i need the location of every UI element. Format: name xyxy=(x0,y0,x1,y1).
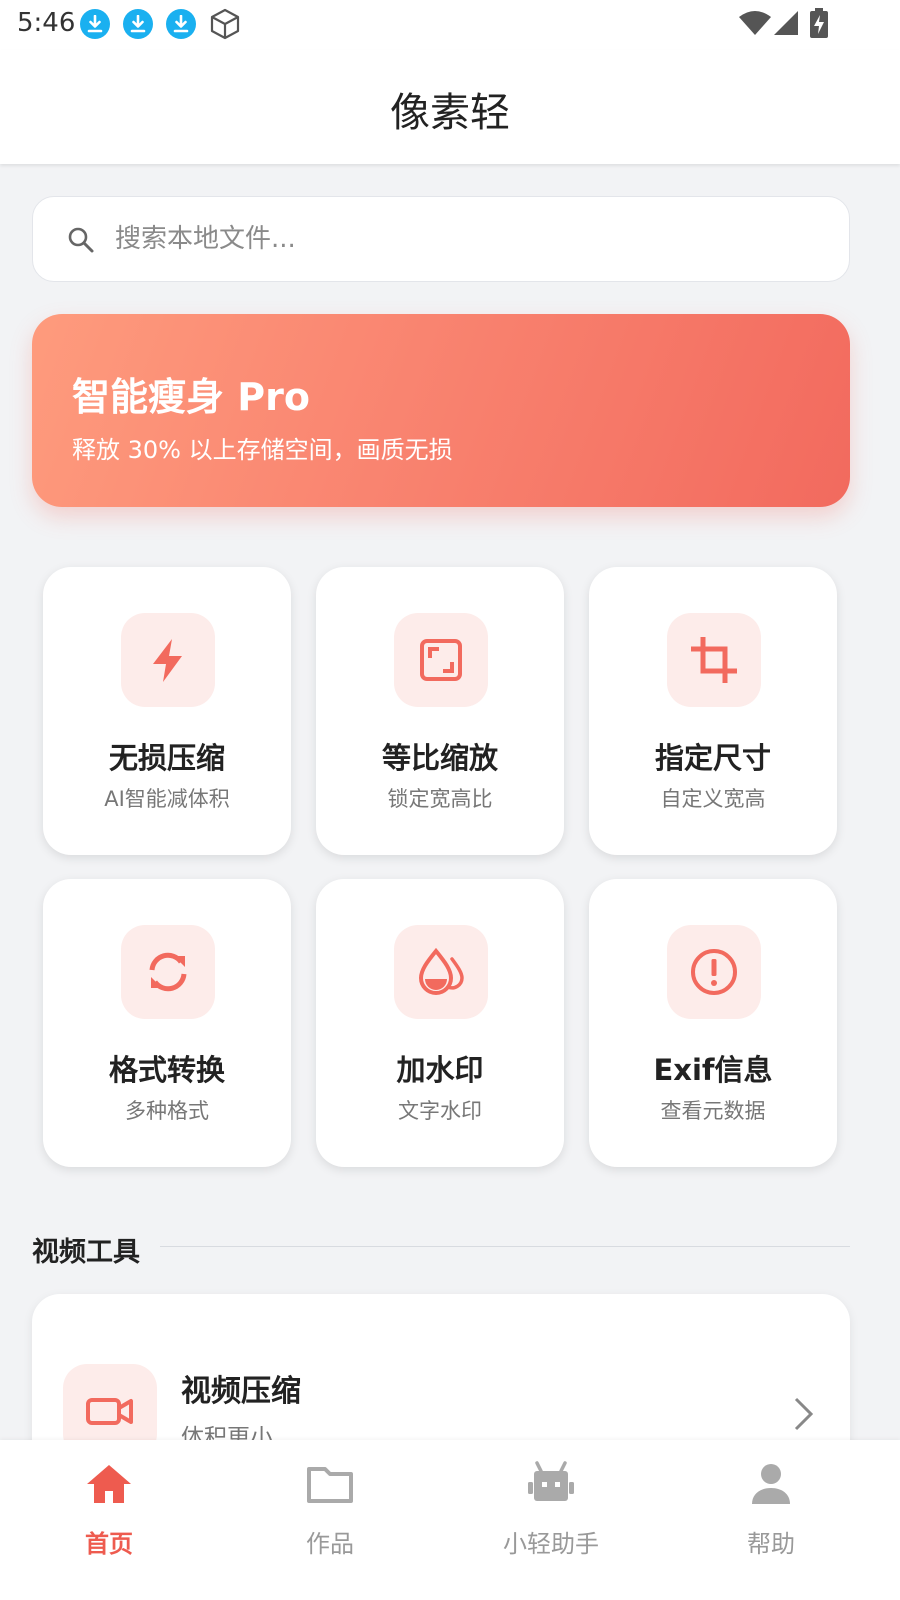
status-bar: 5:46 xyxy=(0,0,900,50)
page-title: 像素轻 xyxy=(390,90,510,136)
tool-title: 等比缩放 xyxy=(381,741,498,775)
status-time: 5:46 xyxy=(17,8,76,38)
info-alert-icon xyxy=(667,925,761,1019)
battery-charging-icon xyxy=(810,8,828,38)
screen: 5:46 像素轻 搜索本地文件... 智能瘦身 Pro 释放 30% 以上存储空… xyxy=(0,0,900,1600)
lightning-icon xyxy=(121,613,215,707)
section-title: 视频工具 xyxy=(32,1237,140,1268)
section-divider xyxy=(160,1246,850,1247)
tool-subtitle: 自定义宽高 xyxy=(660,787,766,811)
nav-label: 首页 xyxy=(85,1530,133,1558)
bottom-nav: 首页 作品 小轻助手 帮助 xyxy=(0,1440,900,1600)
download-icon xyxy=(80,9,110,39)
search-icon xyxy=(68,227,94,253)
tool-subtitle: 查看元数据 xyxy=(660,1099,766,1123)
tool-card-lossless-compress[interactable]: 无损压缩 AI智能减体积 xyxy=(43,567,291,855)
search-input[interactable] xyxy=(115,197,815,281)
aspect-ratio-icon xyxy=(394,613,488,707)
tool-title: 指定尺寸 xyxy=(654,741,771,775)
tool-card-format-convert[interactable]: 格式转换 多种格式 xyxy=(43,879,291,1167)
app-bar: 像素轻 xyxy=(0,50,900,164)
tool-card-proportional-scale[interactable]: 等比缩放 锁定宽高比 xyxy=(316,567,564,855)
water-drop-icon xyxy=(394,925,488,1019)
promo-banner[interactable]: 智能瘦身 Pro 释放 30% 以上存储空间，画质无损 xyxy=(32,314,850,507)
chevron-right-icon xyxy=(794,1397,814,1431)
tool-title: Exif信息 xyxy=(653,1053,773,1087)
tool-card-watermark[interactable]: 加水印 文字水印 xyxy=(316,879,564,1167)
nav-tab-assistant[interactable]: 小轻助手 xyxy=(476,1440,626,1600)
tool-subtitle: 多种格式 xyxy=(125,1099,209,1123)
tool-title: 无损压缩 xyxy=(108,741,225,775)
nav-label: 作品 xyxy=(306,1530,354,1558)
cube-icon xyxy=(210,8,240,40)
tool-subtitle: AI智能减体积 xyxy=(104,787,230,811)
banner-subtitle: 释放 30% 以上存储空间，画质无损 xyxy=(72,436,453,464)
tool-title: 格式转换 xyxy=(108,1053,225,1087)
cell-signal-icon xyxy=(774,11,798,35)
nav-tab-works[interactable]: 作品 xyxy=(255,1440,405,1600)
tool-subtitle: 文字水印 xyxy=(398,1099,482,1123)
folder-icon xyxy=(307,1467,353,1503)
nav-tab-help[interactable]: 帮助 xyxy=(696,1440,846,1600)
person-icon xyxy=(752,1464,790,1504)
crop-icon xyxy=(667,613,761,707)
download-icon xyxy=(123,9,153,39)
home-icon xyxy=(87,1465,131,1503)
video-item-title: 视频压缩 xyxy=(181,1374,301,1409)
tool-card-custom-size[interactable]: 指定尺寸 自定义宽高 xyxy=(589,567,837,855)
nav-label: 小轻助手 xyxy=(503,1530,599,1558)
robot-icon xyxy=(528,1461,574,1501)
tool-title: 加水印 xyxy=(396,1053,484,1087)
nav-label: 帮助 xyxy=(747,1530,795,1558)
nav-tab-home[interactable]: 首页 xyxy=(34,1440,184,1600)
sync-icon xyxy=(121,925,215,1019)
tool-subtitle: 锁定宽高比 xyxy=(387,787,493,811)
banner-title: 智能瘦身 Pro xyxy=(72,375,310,419)
search-box[interactable] xyxy=(32,196,850,282)
tool-card-exif-info[interactable]: Exif信息 查看元数据 xyxy=(589,879,837,1167)
wifi-icon xyxy=(739,11,771,35)
download-icon xyxy=(166,9,196,39)
